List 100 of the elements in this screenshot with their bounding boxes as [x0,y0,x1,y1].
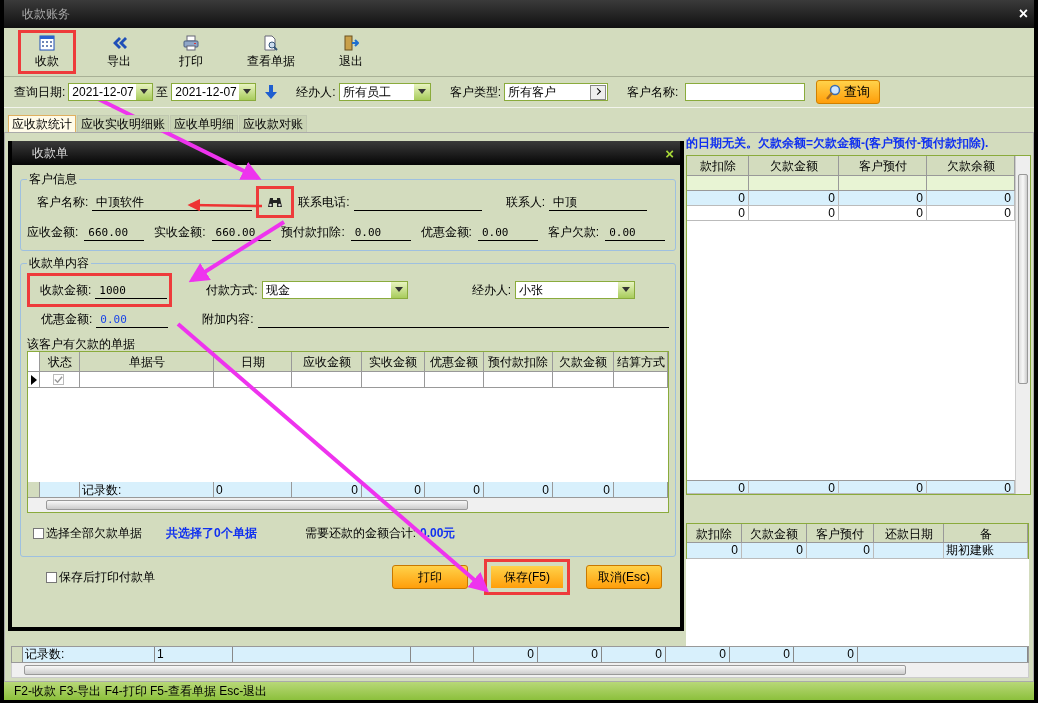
dialog-button[interactable]: 取消(Esc) [586,565,662,589]
tab[interactable]: 应收款对账 [239,115,307,132]
handler-dropdown[interactable]: 小张 [515,281,636,299]
print-after-save-checkbox[interactable]: 保存后打印付款单 [46,568,155,586]
table-cell: 0 [687,206,749,221]
column-header[interactable]: 款扣除 [687,524,742,543]
total-cell: 0 [474,647,538,662]
column-header[interactable]: 预付款扣除 [484,352,553,372]
table-cell: 0 [749,206,839,221]
date-label: 查询日期: [14,83,66,101]
amount-field[interactable]: 0.00 [350,223,411,241]
column-header[interactable]: 备 [944,524,1028,543]
customer-type-label: 客户类型: [449,83,502,101]
column-header[interactable]: 还款日期 [874,524,944,543]
table-cell: 0 [807,543,874,559]
payment-method-dropdown[interactable]: 现金 [261,281,408,299]
dropdown-icon [390,282,407,298]
column-header[interactable]: 优惠金额 [425,352,484,372]
query-button[interactable]: 查询 [816,80,881,104]
receipt-amount-label: 收款金额: [40,281,92,299]
close-button[interactable]: × [1018,5,1028,23]
shortcut-hints: F2-收款 F3-导出 F4-打印 F5-查看单据 Esc-退出 [14,682,268,700]
total-cell: 0 [839,480,927,494]
tab[interactable]: 应收单明细 [170,115,238,132]
column-header[interactable]: 日期 [214,352,292,372]
amount-field[interactable]: 0.00 [477,223,538,241]
filter-cell[interactable] [927,176,1015,191]
table-cell [874,543,944,559]
table-cell [484,372,553,388]
receipt-amount-field[interactable]: 1000 [95,281,168,299]
contact-label: 联系人: [505,193,546,211]
section-title: 该客户有欠款的单据 [27,337,136,351]
dropdown-icon [239,84,256,100]
notice-text: 的日期无关。欠款余额=欠款金额-(客户预付-预付款扣除). [686,134,989,152]
discount-label: 优惠金额: [41,310,93,328]
column-header[interactable]: 客户预付 [839,156,927,176]
dropdown-icon [413,84,430,100]
vertical-scrollbar[interactable] [1015,156,1030,494]
checkbox[interactable] [53,374,64,385]
table-cell: 0 [927,206,1015,221]
close-button[interactable]: × [665,144,674,162]
discount-field[interactable]: 0.00 [96,310,169,328]
toolbar-button[interactable]: 收款 [18,30,76,74]
amount-field[interactable]: 660.00 [84,223,145,241]
column-header[interactable]: 欠款金额 [749,156,839,176]
window-title: 收款账务 [22,5,70,23]
table-cell: 0 [687,543,742,559]
select-all-checkbox[interactable]: 选择全部欠款单据 [33,524,142,542]
tab[interactable]: 应收款统计 [8,115,76,132]
customer-name-field[interactable]: 中顶软件 [92,193,253,211]
date-from-picker[interactable]: 2021-12-07 [68,83,154,101]
contact-field[interactable]: 中顶 [549,193,648,211]
column-header[interactable]: 状态 [40,352,80,372]
column-header[interactable]: 欠款金额 [553,352,614,372]
document-search-icon [263,34,279,51]
total-cell: 0 [687,480,749,494]
column-header[interactable]: 客户预付 [807,524,874,543]
amount-field[interactable]: 0.00 [605,223,665,241]
column-header[interactable]: 实收金额 [362,352,425,372]
table-cell [614,372,668,388]
handler-label: 经办人: [471,281,512,299]
toolbar-button[interactable]: 打印 [162,30,220,74]
chevron-right-icon [590,84,607,100]
binoculars-icon [267,196,284,208]
toolbar-button[interactable]: 导出 [90,30,148,74]
filter-cell[interactable] [687,176,749,191]
amount-label: 客户欠款: [547,223,600,241]
column-header[interactable]: 款扣除 [687,156,749,176]
amount-label: 优惠金额: [420,223,472,241]
handler-dropdown[interactable]: 所有员工 [338,83,431,101]
table-cell: 0 [687,191,749,206]
dialog-button[interactable]: 保存(F5) [484,559,570,595]
date-to-picker[interactable]: 2021-12-07 [171,83,257,101]
row-header-cell [28,482,40,498]
filter-cell[interactable] [749,176,839,191]
extra-content-label: 附加内容: [202,310,254,328]
dropdown-icon [618,282,635,298]
amount-field[interactable]: 660.00 [211,223,272,241]
table-cell: 0 [742,543,807,559]
phone-label: 联系电话: [298,193,350,211]
down-arrow-icon[interactable] [265,85,278,99]
dialog-button[interactable]: 打印 [392,565,468,589]
column-header[interactable]: 欠款余额 [927,156,1015,176]
door-exit-icon [343,34,359,51]
toolbar-button[interactable]: 查看单据 [234,30,308,74]
double-chevron-icon [111,34,127,51]
lookup-button[interactable] [256,186,295,218]
customer-type-selector[interactable]: 所有客户 [504,83,609,101]
table-cell: 期初建账 [944,543,1028,559]
column-header[interactable]: 欠款金额 [742,524,807,543]
tab[interactable]: 应收实收明细账 [77,115,169,132]
column-header[interactable]: 单据号 [80,352,214,372]
customer-name-field[interactable] [685,83,806,101]
column-header[interactable]: 结算方式 [614,352,668,372]
calendar-icon [39,34,55,51]
filter-cell[interactable] [839,176,927,191]
horizontal-scrollbar[interactable] [11,663,1029,678]
toolbar-button[interactable]: 退出 [322,30,380,74]
column-header[interactable]: 应收金额 [292,352,362,372]
horizontal-scrollbar[interactable] [28,498,668,512]
